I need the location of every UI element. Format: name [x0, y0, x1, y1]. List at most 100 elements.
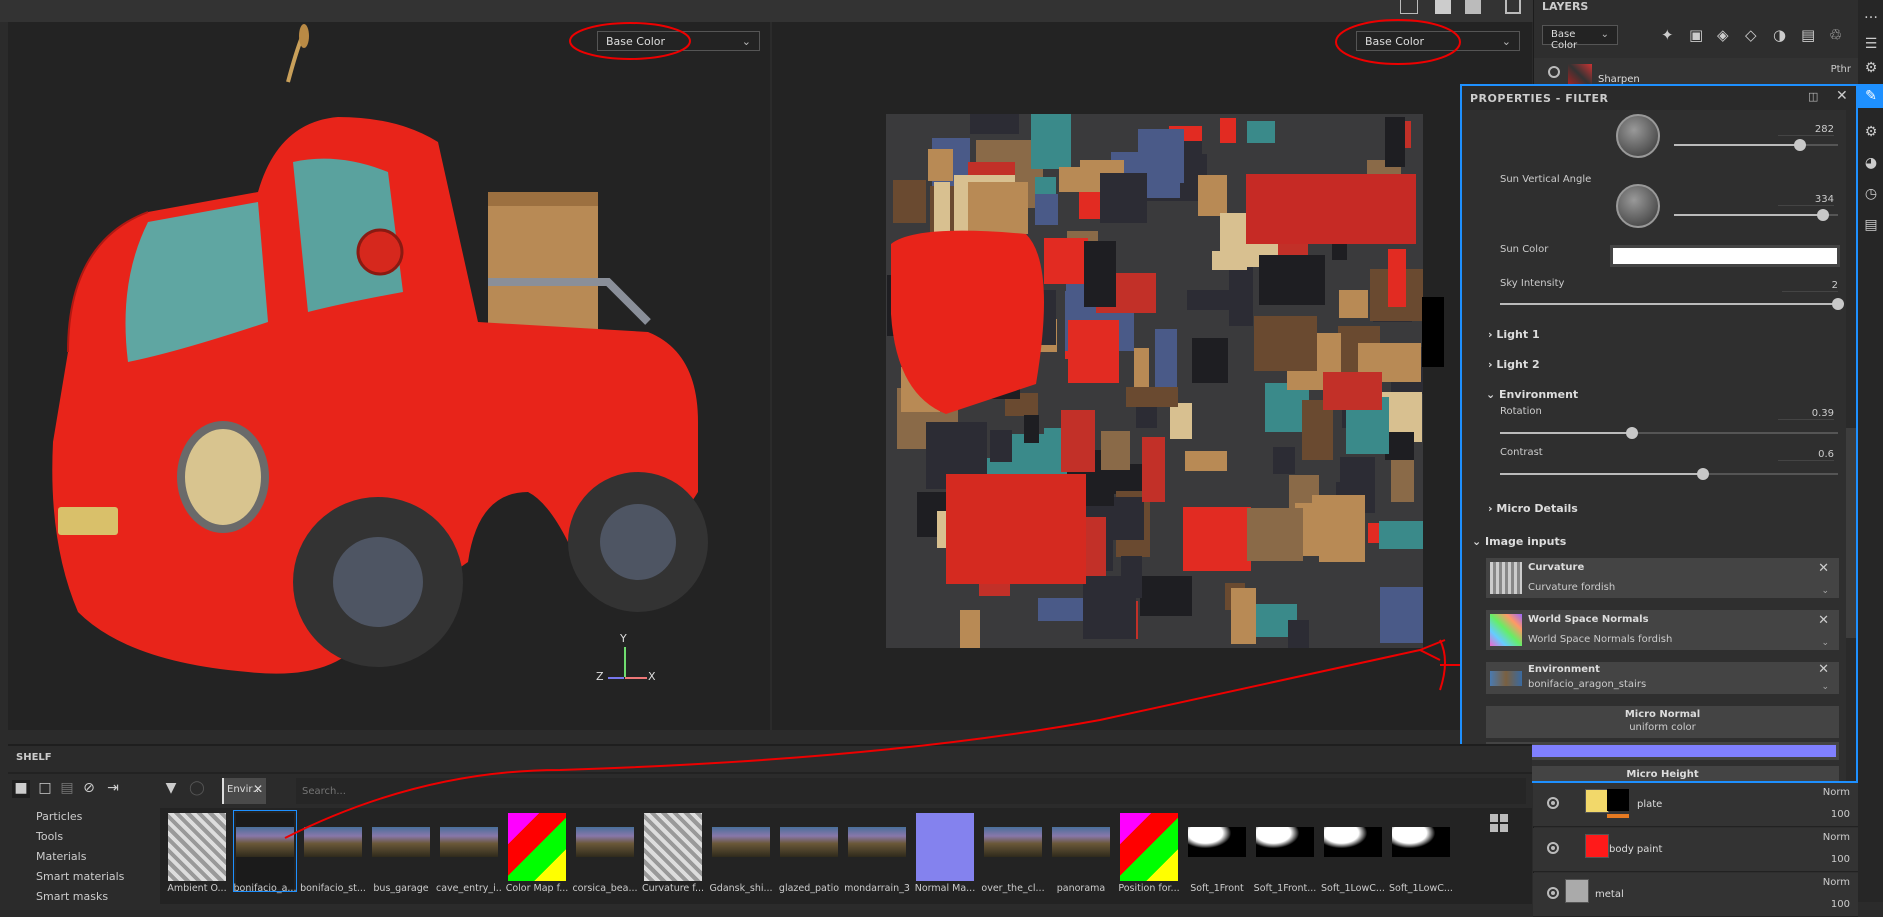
close-icon[interactable]: ✕: [1836, 88, 1848, 104]
shelf-item[interactable]: Soft_1Front: [1188, 813, 1246, 894]
mask-icon[interactable]: ▣: [1689, 26, 1703, 44]
visibility-toggle[interactable]: [1547, 797, 1559, 809]
contrast-slider[interactable]: [1500, 468, 1838, 480]
slider-handle[interactable]: [1794, 139, 1807, 151]
shelf-category[interactable]: Materials: [36, 850, 86, 863]
sun-horizontal-value[interactable]: 282: [1778, 124, 1834, 136]
layer-row[interactable]: metal Norm 100: [1533, 873, 1858, 917]
chevron-down-icon[interactable]: ⌄: [1821, 638, 1829, 648]
scrollbar[interactable]: [1846, 110, 1856, 781]
shelf-item[interactable]: mondarrain_3: [844, 813, 910, 894]
sun-vertical-dial[interactable]: [1616, 184, 1660, 228]
add-fill-icon[interactable]: ◇: [1745, 26, 1757, 44]
history-icon[interactable]: ◷: [1862, 186, 1880, 202]
shelf-category[interactable]: Smart masks: [36, 890, 108, 903]
display-settings-icon[interactable]: ⚙: [1862, 124, 1880, 140]
light1-section[interactable]: › Light 1: [1488, 328, 1540, 341]
filter-icon[interactable]: ▼: [162, 780, 180, 798]
layer-row[interactable]: plate Norm 100: [1533, 783, 1858, 827]
remove-icon[interactable]: ✕: [1818, 561, 1829, 576]
visibility-toggle[interactable]: [1547, 887, 1559, 899]
slider-handle[interactable]: [1625, 427, 1638, 439]
camera-view-icon[interactable]: [1465, 0, 1481, 14]
opacity-field[interactable]: 100: [1831, 854, 1850, 865]
shelf-category[interactable]: Smart materials: [36, 870, 124, 883]
micro-height-input[interactable]: Micro Height: [1486, 766, 1839, 781]
blend-mode-dropdown[interactable]: Pthr: [1831, 64, 1851, 75]
cube-icon[interactable]: [1435, 0, 1451, 14]
layers-channel-dropdown[interactable]: Base Color ⌄: [1542, 25, 1618, 51]
micro-normal-input[interactable]: Micro Normal uniform color: [1486, 706, 1839, 738]
shelf-search-input[interactable]: [296, 778, 1526, 804]
shelf-item[interactable]: Gdansk_shi...: [709, 813, 773, 894]
filter-tag[interactable]: Envir… ✕: [222, 778, 266, 804]
reset-icon[interactable]: ◯: [188, 780, 206, 798]
visibility-toggle[interactable]: [1547, 842, 1559, 854]
add-effect-icon[interactable]: ◑: [1773, 26, 1786, 44]
shelf-category[interactable]: Particles: [36, 810, 82, 823]
micro-details-section[interactable]: › Micro Details: [1488, 502, 1578, 515]
shelf-item[interactable]: Position for...: [1118, 813, 1180, 894]
shelf-item[interactable]: Normal Ma...: [915, 813, 975, 894]
shelf-item[interactable]: corsica_bea...: [572, 813, 638, 894]
visibility-toggle[interactable]: [1548, 66, 1560, 78]
layer-row[interactable]: body paint Norm 100: [1533, 828, 1858, 872]
split-view-icon[interactable]: [1400, 0, 1418, 14]
3d-viewport[interactable]: Base Color ⌄ Y Z X: [8, 22, 770, 730]
remove-icon[interactable]: ✕: [1818, 662, 1829, 677]
sun-vertical-slider[interactable]: [1674, 209, 1838, 221]
shader-settings-icon[interactable]: ◕: [1862, 155, 1880, 171]
add-folder-icon[interactable]: ▤: [1801, 26, 1815, 44]
sun-vertical-value[interactable]: 334: [1778, 194, 1834, 206]
light2-section[interactable]: › Light 2: [1488, 358, 1540, 371]
environment-input[interactable]: Environment bonifacio_aragon_stairs ✕ ⌄: [1486, 662, 1839, 694]
sun-color-swatch[interactable]: [1610, 245, 1840, 267]
sun-horizontal-dial[interactable]: [1616, 114, 1660, 158]
slider-handle[interactable]: [1817, 209, 1830, 221]
shelf-item[interactable]: Color Map f...: [506, 813, 568, 894]
save-icon[interactable]: ▤: [58, 780, 76, 798]
shelf-item[interactable]: bonifacio_a...: [233, 810, 297, 894]
slider-handle[interactable]: [1832, 298, 1844, 310]
shelf-item[interactable]: cave_entry_i...: [436, 813, 502, 894]
grid-view-icon[interactable]: [1490, 814, 1508, 832]
world-space-normals-input[interactable]: World Space Normals World Space Normals …: [1486, 610, 1839, 650]
opacity-field[interactable]: 100: [1831, 809, 1850, 820]
channel-dropdown-2d[interactable]: Base Color ⌄: [1356, 31, 1520, 51]
screenshot-icon[interactable]: [1505, 0, 1521, 14]
shelf-item[interactable]: Soft_1LowC...: [1389, 813, 1453, 894]
new-file-icon[interactable]: □: [36, 780, 54, 798]
shelf-item[interactable]: Soft_1Front...: [1254, 813, 1316, 894]
2d-viewport[interactable]: Base Color ⌄: [772, 22, 1532, 730]
opacity-field[interactable]: 100: [1831, 899, 1850, 910]
blend-mode-dropdown[interactable]: Norm: [1823, 877, 1850, 888]
slider-handle[interactable]: [1696, 468, 1709, 480]
contrast-value[interactable]: 0.6: [1778, 449, 1834, 461]
environment-section[interactable]: ⌄ Environment: [1486, 388, 1578, 401]
layers-list-icon[interactable]: ☰: [1862, 36, 1880, 52]
shelf-category[interactable]: Tools: [36, 830, 63, 843]
curvature-input[interactable]: Curvature Curvature fordish ✕ ⌄: [1486, 558, 1839, 598]
sun-horizontal-slider[interactable]: [1674, 139, 1838, 151]
add-layer-icon[interactable]: ◈: [1717, 26, 1729, 44]
texture-set-settings-icon[interactable]: ⚙: [1862, 60, 1880, 76]
rotation-value[interactable]: 0.39: [1778, 408, 1834, 420]
shelf-item[interactable]: Curvature f...: [642, 813, 704, 894]
magic-wand-icon[interactable]: ✦: [1661, 26, 1674, 44]
shelf-item[interactable]: panorama: [1052, 813, 1110, 894]
remove-icon[interactable]: ✕: [1818, 613, 1829, 628]
image-inputs-section[interactable]: ⌄ Image inputs: [1472, 535, 1566, 548]
shelf-item[interactable]: Ambient O...: [167, 813, 227, 894]
sky-intensity-slider[interactable]: [1500, 298, 1844, 310]
shelf-item[interactable]: bonifacio_st...: [300, 813, 366, 894]
hide-icon[interactable]: ⊘: [80, 780, 98, 798]
close-icon[interactable]: ✕: [253, 782, 263, 796]
blend-mode-dropdown[interactable]: Norm: [1823, 832, 1850, 843]
log-icon[interactable]: ▤: [1862, 217, 1880, 233]
shelf-item[interactable]: Soft_1LowC...: [1321, 813, 1385, 894]
shelf-item[interactable]: over_the_cl...: [981, 813, 1045, 894]
import-icon[interactable]: ⇥: [104, 780, 122, 798]
chevron-down-icon[interactable]: ⌄: [1821, 682, 1829, 692]
shelf-item[interactable]: glazed_patio: [779, 813, 839, 894]
layer-row[interactable]: Sharpen Pthr: [1534, 58, 1859, 86]
